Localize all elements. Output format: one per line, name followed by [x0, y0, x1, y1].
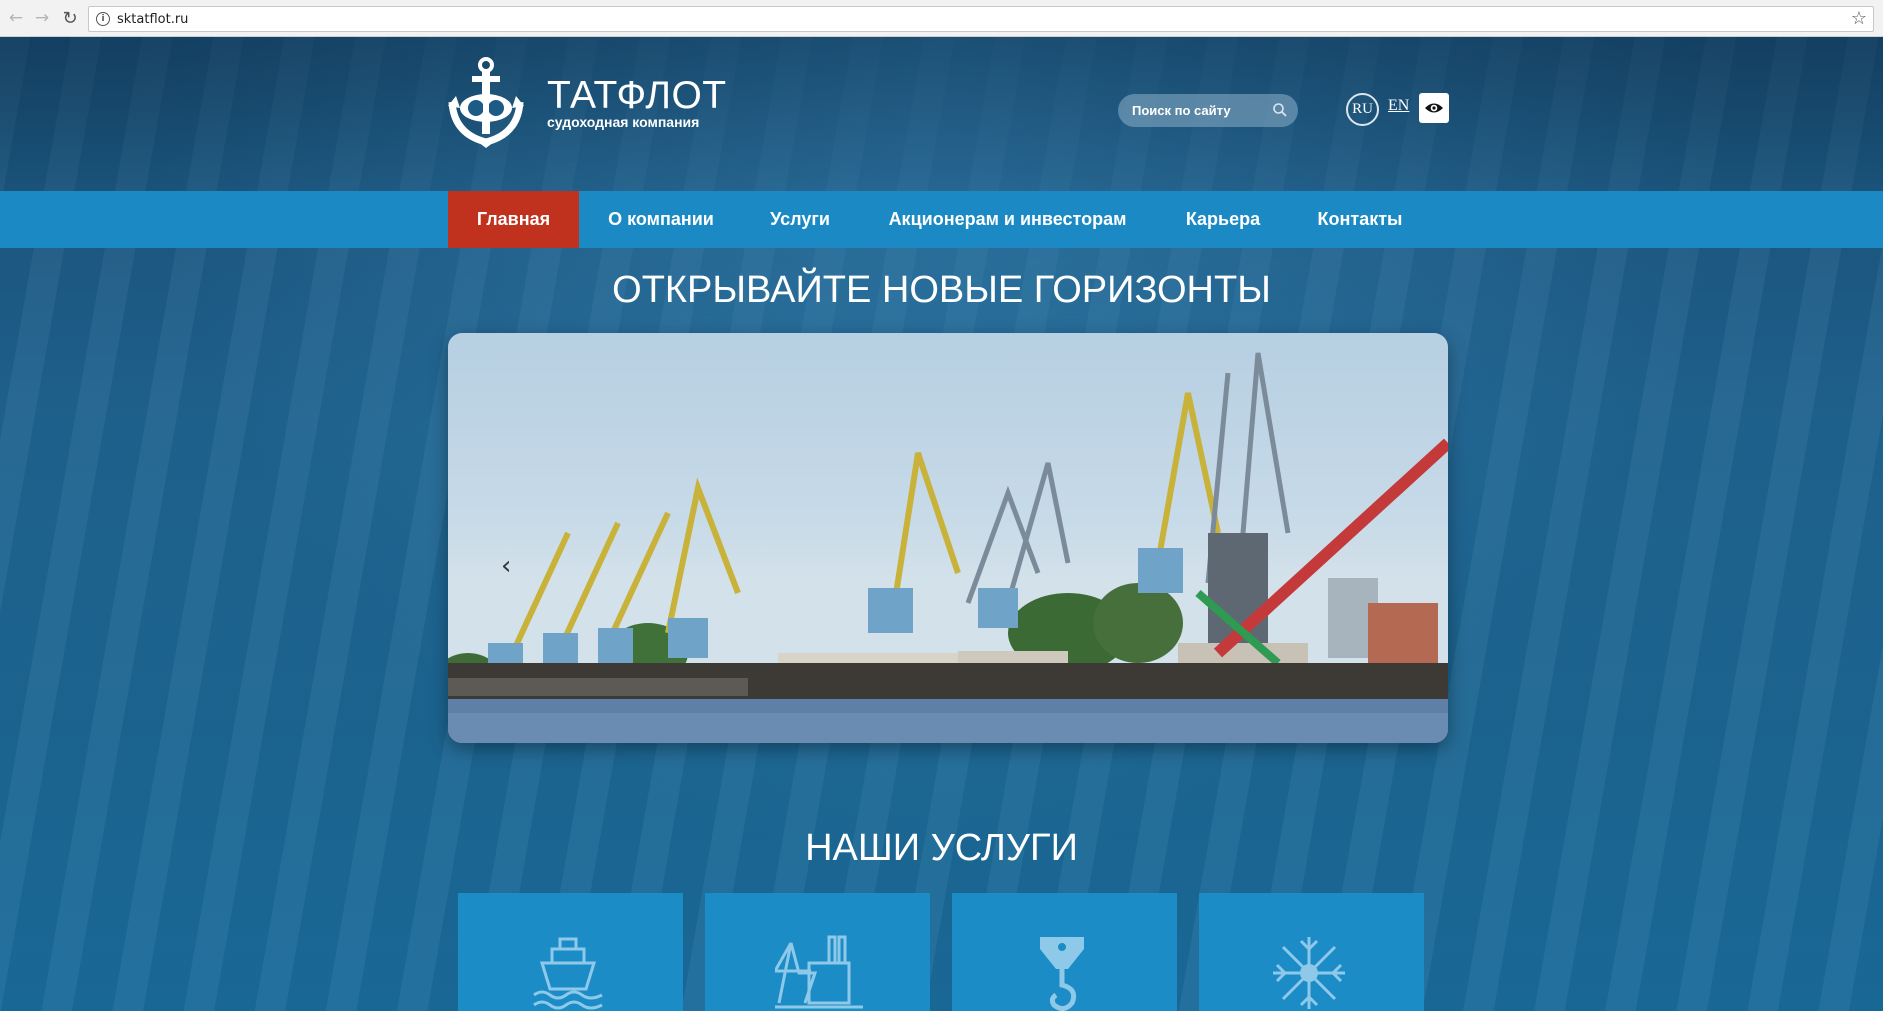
search-placeholder: Поиск по сайту	[1132, 103, 1231, 118]
page: ТАТФЛОТ судоходная компания Поиск по сай…	[0, 37, 1883, 1011]
menu-item-career[interactable]: Карьера	[1171, 191, 1275, 248]
menu-item-investors[interactable]: Акционерам и инвесторам	[875, 191, 1140, 248]
service-tile-port[interactable]	[705, 893, 930, 1011]
service-tile-refrigeration[interactable]	[1199, 893, 1424, 1011]
browser-toolbar: ← → ↻ i sktatflot.ru ☆	[0, 0, 1883, 37]
info-icon[interactable]: i	[96, 12, 110, 26]
menu-item-about[interactable]: О компании	[592, 191, 730, 248]
url-text: sktatflot.ru	[117, 11, 189, 27]
search-icon[interactable]	[1272, 102, 1288, 118]
menu-item-home[interactable]: Главная	[448, 191, 579, 248]
service-tile-shipping[interactable]	[458, 893, 683, 1011]
snowflake-icon	[1273, 937, 1345, 1009]
hero-title: ОТКРЫВАЙТЕ НОВЫЕ ГОРИЗОНТЫ	[612, 269, 1271, 311]
port-icon	[775, 935, 863, 1009]
logo-subtitle: судоходная компания	[547, 114, 700, 130]
ship-icon	[533, 937, 603, 1010]
services-title: НАШИ УСЛУГИ	[805, 827, 1078, 869]
port-cranes-photo	[448, 352, 1448, 743]
lang-ru-button[interactable]: RU	[1346, 93, 1379, 126]
back-icon[interactable]: ←	[4, 6, 28, 30]
hero-slider-image[interactable]	[448, 333, 1448, 743]
bookmark-star-icon[interactable]: ☆	[1851, 8, 1867, 29]
lang-en-link[interactable]: EN	[1388, 97, 1409, 115]
site-header	[0, 37, 1883, 191]
accessibility-eye-button[interactable]	[1419, 93, 1449, 123]
slider-prev-arrow[interactable]: ‹	[501, 551, 511, 581]
menu-item-contacts[interactable]: Контакты	[1306, 191, 1414, 248]
reload-icon[interactable]: ↻	[58, 6, 82, 30]
service-tile-crane[interactable]	[952, 893, 1177, 1011]
main-menu: Главная О компании Услуги Акционерам и и…	[0, 191, 1883, 248]
crane-hook-icon	[1040, 937, 1084, 1011]
menu-item-services[interactable]: Услуги	[757, 191, 843, 248]
address-bar[interactable]: i sktatflot.ru ☆	[88, 6, 1874, 32]
eye-icon	[1425, 103, 1443, 113]
logo-title[interactable]: ТАТФЛОТ	[547, 74, 727, 118]
search-input[interactable]: Поиск по сайту	[1118, 94, 1298, 127]
forward-icon[interactable]: →	[30, 6, 54, 30]
anchor-logo-icon[interactable]	[446, 56, 526, 148]
